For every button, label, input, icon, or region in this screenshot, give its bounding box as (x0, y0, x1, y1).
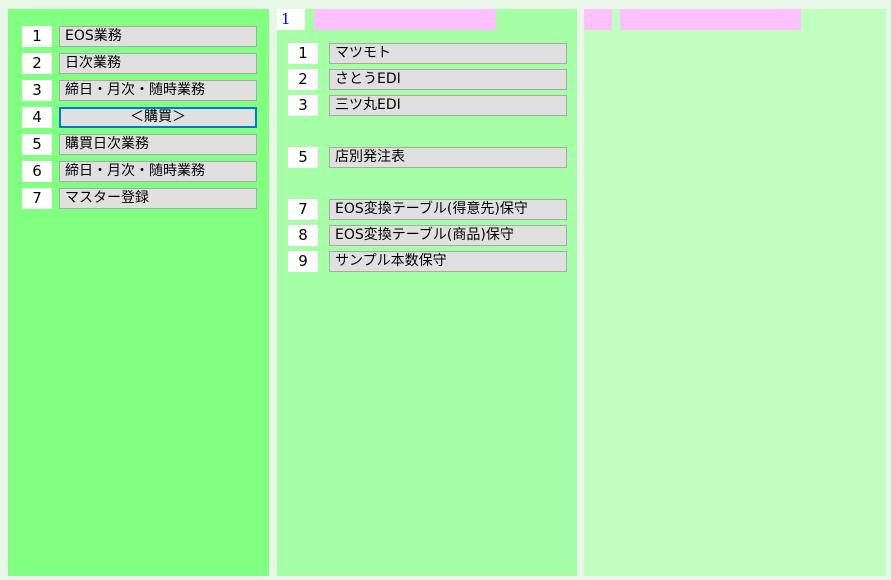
submenu-button-matsumoto[interactable]: マツモト (329, 43, 567, 64)
menu-number: 5 (288, 147, 318, 168)
submenu-button-mitsumaru-edi[interactable]: 三ツ丸EDI (329, 95, 567, 116)
menu-number: 3 (288, 95, 318, 116)
menu-number: 8 (288, 225, 318, 246)
menu-button-daily[interactable]: 日次業務 (59, 53, 257, 74)
menu-number: 2 (288, 69, 318, 90)
submenu-panel: 1 1 マツモト 2 さとうEDI 3 三ツ丸EDI 5 店別発注表 7 EOS… (277, 9, 577, 576)
detail-panel (584, 9, 886, 576)
menu-button-purchasing[interactable]: ＜購買＞ (59, 107, 257, 128)
menu-number: 1 (22, 26, 52, 47)
menu-button-purchase-closing[interactable]: 締日・月次・随時業務 (59, 161, 257, 182)
submenu-header-bar (314, 9, 496, 30)
detail-header-bar (620, 9, 801, 30)
submenu-button-sample-count[interactable]: サンプル本数保守 (329, 251, 567, 272)
menu-number: 7 (288, 199, 318, 220)
submenu-button-store-order-sheet[interactable]: 店別発注表 (329, 147, 567, 168)
menu-number: 4 (22, 107, 52, 128)
menu-number: 2 (22, 53, 52, 74)
menu-number: 6 (22, 161, 52, 182)
main-menu-panel: 1 EOS業務 2 日次業務 3 締日・月次・随時業務 4 ＜購買＞ 5 購買日… (8, 9, 269, 576)
menu-number: 7 (22, 188, 52, 209)
menu-number: 3 (22, 80, 52, 101)
menu-number: 5 (22, 134, 52, 155)
detail-header-number (584, 9, 612, 30)
submenu-button-eos-customer-table[interactable]: EOS変換テーブル(得意先)保守 (329, 199, 567, 220)
menu-button-master[interactable]: マスター登録 (59, 188, 257, 209)
menu-number: 1 (288, 43, 318, 64)
submenu-button-sato-edi[interactable]: さとうEDI (329, 69, 567, 90)
submenu-button-eos-product-table[interactable]: EOS変換テーブル(商品)保守 (329, 225, 567, 246)
menu-number: 9 (288, 251, 318, 272)
menu-button-eos[interactable]: EOS業務 (59, 26, 257, 47)
menu-button-closing[interactable]: 締日・月次・随時業務 (59, 80, 257, 101)
submenu-header-number: 1 (277, 9, 305, 30)
menu-button-purchase-daily[interactable]: 購買日次業務 (59, 134, 257, 155)
